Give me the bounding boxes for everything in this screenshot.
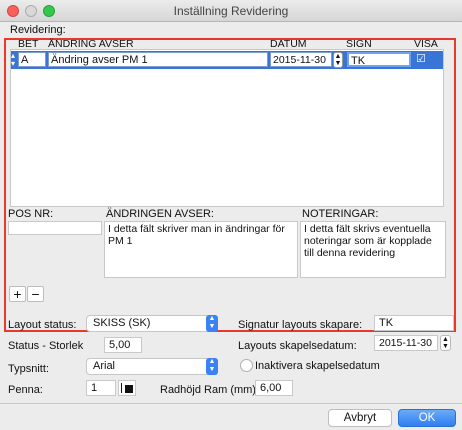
layout-status-label: Layout status: <box>8 319 77 331</box>
typsnitt-value: Arial <box>93 360 116 372</box>
table-row[interactable]: ▴ ▾ A Ändring avser PM 1 2015-11-30 ▲ ▼ TK… <box>11 51 443 69</box>
datum-cell[interactable]: 2015-11-30 <box>270 52 332 67</box>
noteringar-textarea[interactable]: I detta fält skrivs eventuella noteringa… <box>300 221 446 278</box>
popup-arrows-icon: ▲ ▼ <box>206 358 218 375</box>
skapelsedatum-label: Layouts skapelsedatum: <box>238 340 357 352</box>
dialog-body: Revidering: BET ÄNDRING AVSER DATUM SIGN… <box>0 22 462 430</box>
skapelsedatum-stepper[interactable]: ▲ ▼ <box>440 335 451 351</box>
layout-status-value: SKISS (SK) <box>93 317 151 329</box>
inaktivera-label: Inaktivera skapelsedatum <box>255 360 380 372</box>
status-size-field[interactable]: 5,00 <box>104 337 142 353</box>
noteringar-label: NOTERINGAR: <box>302 208 379 220</box>
andring-avser-textarea[interactable]: I detta fält skriver man in ändringar fö… <box>104 221 298 278</box>
penna-field[interactable]: 1 <box>86 380 116 396</box>
window-title: Inställning Revidering <box>173 4 289 18</box>
remove-button[interactable]: − <box>27 286 44 302</box>
revision-table: ▴ ▾ A Ändring avser PM 1 2015-11-30 ▲ ▼ TK… <box>10 49 444 207</box>
signatur-label: Signatur layouts skapare: <box>238 319 363 331</box>
radhojd-field[interactable]: 6,00 <box>255 380 293 396</box>
andring-avser-label: ÄNDRINGEN AVSER: <box>106 208 214 220</box>
date-stepper[interactable]: ▲ ▼ <box>333 52 343 68</box>
divider <box>0 403 462 404</box>
radhojd-label: Radhöjd Ram (mm): <box>160 384 260 396</box>
revision-section-label: Revidering: <box>10 24 66 36</box>
pos-nr-label: POS NR: <box>8 208 54 220</box>
skapelsedatum-field[interactable]: 2015-11-30 <box>374 335 438 351</box>
layout-status-select[interactable]: SKISS (SK) ▲ ▼ <box>86 315 218 332</box>
sign-cell[interactable]: TK <box>347 52 411 67</box>
typsnitt-select[interactable]: Arial ▲ ▼ <box>86 358 218 375</box>
typsnitt-label: Typsnitt: <box>8 363 49 375</box>
cancel-button[interactable]: Avbryt <box>328 409 392 427</box>
add-button[interactable]: + <box>9 286 26 302</box>
andring-cell[interactable]: Ändring avser PM 1 <box>48 52 268 67</box>
status-size-label: Status - Storlek <box>8 340 84 352</box>
pen-color-swatch[interactable] <box>118 380 136 396</box>
penna-label: Penna: <box>8 384 43 396</box>
bet-cell[interactable]: A <box>18 52 46 67</box>
title-bar: Inställning Revidering <box>0 0 462 22</box>
visa-checkbox[interactable]: ☑ <box>416 54 428 66</box>
inaktivera-checkbox[interactable] <box>240 359 253 372</box>
signatur-field[interactable]: TK <box>374 315 454 331</box>
popup-arrows-icon: ▲ ▼ <box>206 315 218 332</box>
row-handle-icon[interactable]: ▴ ▾ <box>11 52 17 68</box>
ok-button[interactable]: OK <box>398 409 456 427</box>
pos-nr-field[interactable] <box>8 221 102 235</box>
